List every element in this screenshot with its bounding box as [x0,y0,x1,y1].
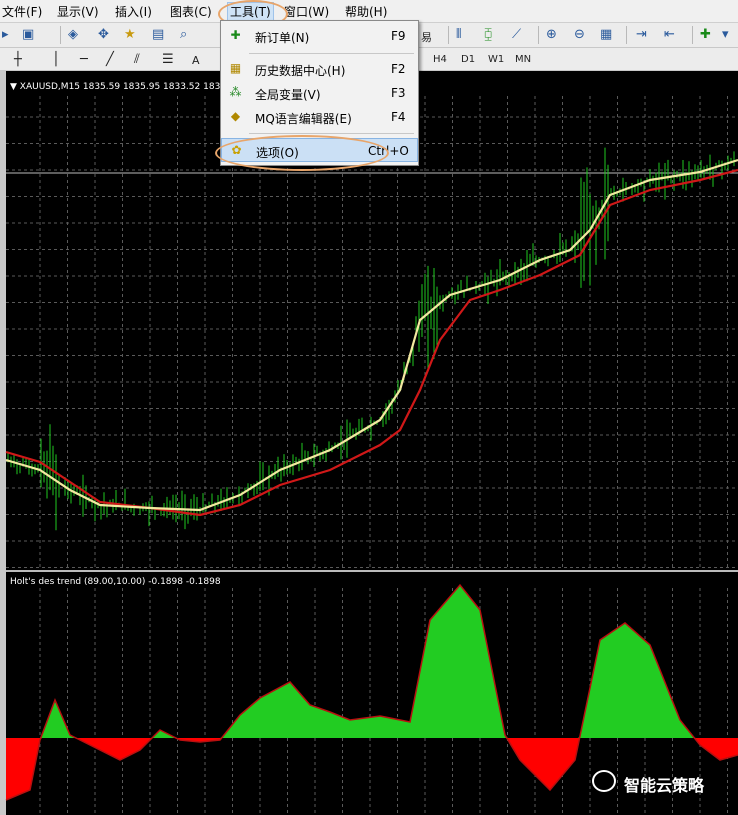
fast-moving-average-line [5,158,738,512]
watermark: 智能云策略 [592,770,732,796]
history-center-icon: ▦ [229,61,242,75]
new-order-icon: ✚ [230,28,241,42]
indicator-positive-area [6,585,738,738]
slow-moving-average-line [5,168,738,517]
metaeditor-icon: ◆ [230,109,241,123]
menu-item-new-order[interactable]: ✚ 新订单(N) F9 [221,24,418,48]
indicator-header: Holt's des trend (89.00,10.00) -0.1898 -… [10,577,221,587]
wechat-icon [592,770,616,792]
chart-header: ▼ XAUUSD,M15 1835.59 1835.95 1833.52 183… [10,82,235,92]
subwindow-divider[interactable] [6,570,738,572]
menu-item-history-center[interactable]: ▦ 历史数据中心(H) F2 [221,57,418,81]
global-variables-icon: ⁂ [229,85,242,99]
highlight-ring-options [215,135,389,171]
menu-item-global-variables[interactable]: ⁂ 全局变量(V) F3 [221,81,418,105]
menu-item-metaeditor[interactable]: ◆ MQ语言编辑器(E) F4 [221,105,418,129]
chart-header-triangle-icon: ▼ [10,82,20,92]
